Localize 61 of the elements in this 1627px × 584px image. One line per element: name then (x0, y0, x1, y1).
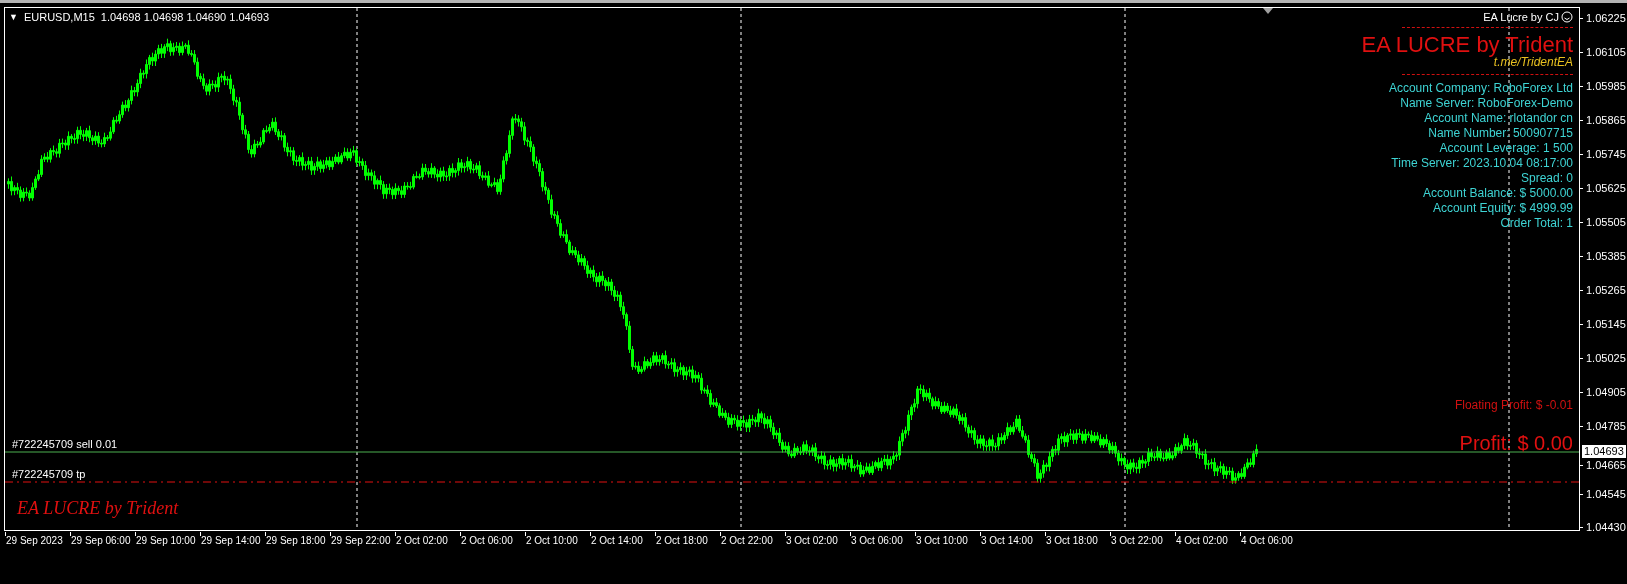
ea-credit-text: EA Lucre by CJ (1483, 10, 1559, 24)
ea-logo-text: EA LUCRE by Trident (17, 498, 179, 518)
time-tick-label: 3 Oct 18:00 (1046, 534, 1098, 547)
account-info-text: Account Company: RoboForex Ltd (1388, 81, 1573, 96)
account-info-text: Spread: 0 (1520, 171, 1573, 186)
symbol-label: EURUSD,M15 (23, 10, 95, 24)
account-info-text: Account Leverage: 1 500 (1439, 141, 1573, 156)
time-tick-label: 2 Oct 10:00 (526, 534, 578, 547)
order-label: #722245709 sell 0.01 (12, 438, 118, 451)
price-tick-label: 1.04665 (1586, 458, 1626, 472)
time-tick-label: 29 Sep 18:00 (266, 534, 326, 547)
time-tick-label: 2 Oct 14:00 (591, 534, 643, 547)
account-info-text: Account Name: rlotandor cn (1424, 111, 1573, 126)
time-tick-label: 29 Sep 2023 (6, 534, 63, 547)
time-tick-label: 3 Oct 02:00 (786, 534, 838, 547)
smiley-icon (1561, 11, 1573, 23)
time-tick-label: 3 Oct 22:00 (1111, 534, 1163, 547)
time-tick-label: 2 Oct 22:00 (721, 534, 773, 547)
current-price-label: 1.04693 (1582, 445, 1626, 458)
time-tick-label: 2 Oct 18:00 (656, 534, 708, 547)
time-tick-label: 3 Oct 10:00 (916, 534, 968, 547)
price-tick-label: 1.04905 (1586, 385, 1626, 399)
price-tick-label: 1.05745 (1586, 147, 1626, 161)
price-tick-label: 1.05145 (1586, 317, 1626, 331)
ea-title: EA LUCRE by Trident (1361, 34, 1573, 56)
shift-marker-icon[interactable] (1263, 8, 1273, 14)
time-tick-label: 2 Oct 06:00 (461, 534, 513, 547)
price-tick-label: 1.05385 (1586, 249, 1626, 263)
price-tick-label: 1.05025 (1586, 351, 1626, 365)
time-tick-label: 4 Oct 02:00 (1176, 534, 1228, 547)
price-tick-label: 1.05865 (1586, 113, 1626, 127)
price-tick-label: 1.06105 (1586, 45, 1626, 59)
account-info-text: Time Server: 2023.10.04 08:17:00 (1391, 156, 1573, 171)
price-tick-label: 1.06225 (1586, 11, 1626, 25)
time-tick-label: 4 Oct 06:00 (1241, 534, 1293, 547)
account-info-text: Order Total: 1 (1500, 216, 1573, 231)
order-label: #722245709 tp (12, 468, 86, 481)
price-tick-label: 1.04430 (1586, 520, 1626, 534)
order-line[interactable] (5, 451, 1579, 453)
time-tick-label: 3 Oct 14:00 (981, 534, 1033, 547)
time-tick-label: 29 Sep 06:00 (71, 534, 131, 547)
price-tick-label: 1.04545 (1586, 487, 1626, 501)
time-tick-label: 29 Sep 14:00 (201, 534, 261, 547)
price-tick-label: 1.05265 (1586, 283, 1626, 297)
account-info-text: Name Number: 500907715 (1428, 126, 1573, 141)
time-tick-label: 2 Oct 02:00 (396, 534, 448, 547)
time-tick-label: 3 Oct 06:00 (851, 534, 903, 547)
price-tick-label: 1.04785 (1586, 419, 1626, 433)
account-info-text: Account Balance: $ 5000.00 (1422, 186, 1573, 201)
price-tick-label: 1.05985 (1586, 79, 1626, 93)
price-tick-label: 1.05625 (1586, 181, 1626, 195)
time-tick-label: 29 Sep 10:00 (136, 534, 196, 547)
account-info-text: Name Server: RoboForex-Demo (1400, 96, 1573, 111)
ohlc-values: 1.04698 1.04698 1.04690 1.04693 (100, 10, 270, 24)
profit-text: Profit: $ 0.00 (1459, 432, 1573, 454)
telegram-link[interactable]: t.me/TridentEA (1493, 56, 1573, 69)
time-tick-label: 29 Sep 22:00 (331, 534, 391, 547)
account-info-text: Account Equity: $ 4999.99 (1432, 201, 1573, 216)
floating-profit-text: Floating Profit: $ -0.01 (1454, 398, 1573, 412)
price-tick-label: 1.05505 (1586, 215, 1626, 229)
dropdown-glyph[interactable]: ▼ (9, 10, 18, 24)
